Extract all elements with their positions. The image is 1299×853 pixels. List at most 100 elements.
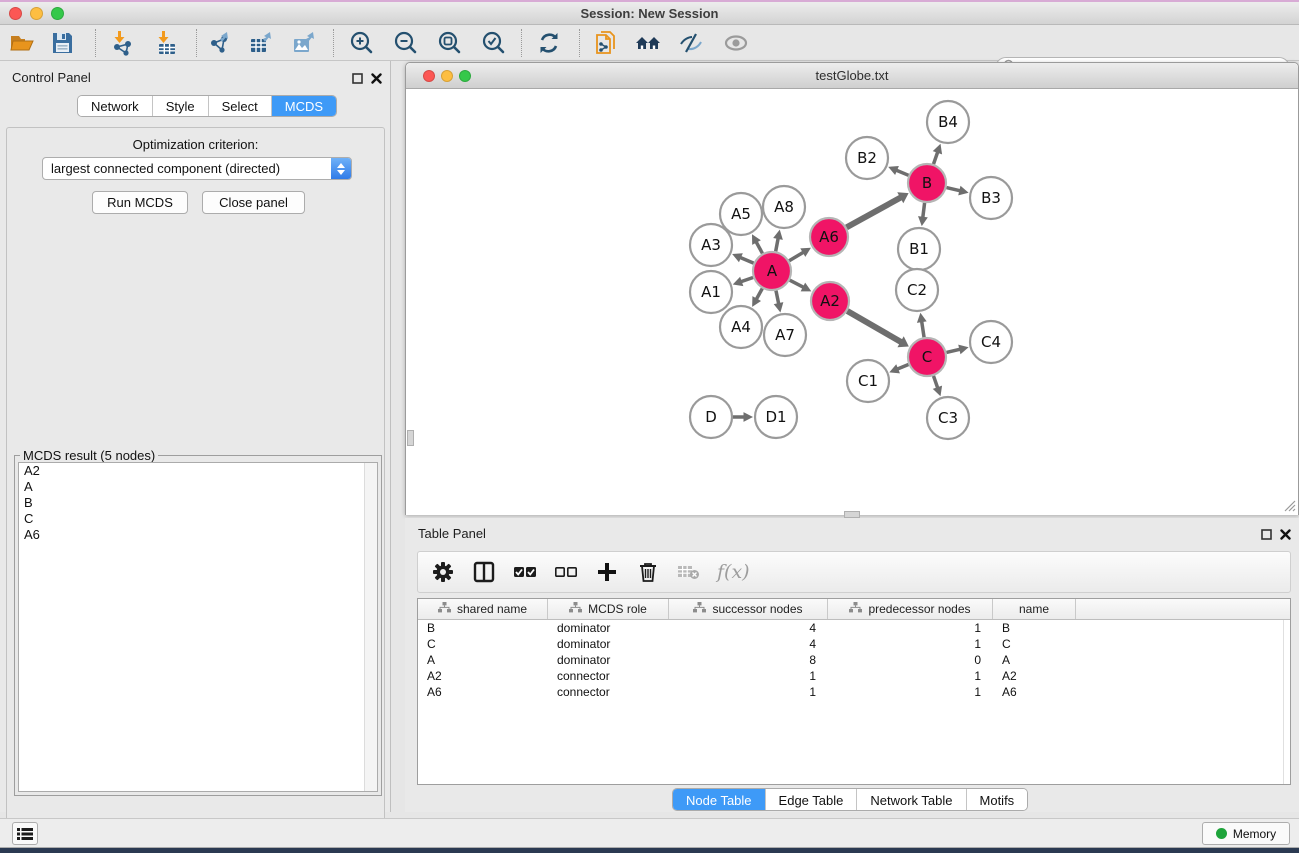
task-history-button[interactable]: [12, 822, 38, 845]
float-panel-icon[interactable]: [1261, 527, 1272, 545]
table-row[interactable]: Cdominator41C: [418, 636, 1290, 652]
mcds-result-list[interactable]: A2ABCA6: [18, 462, 378, 792]
add-column-icon[interactable]: [594, 559, 620, 585]
criterion-dropdown[interactable]: largest connected component (directed): [42, 157, 352, 180]
run-mcds-button[interactable]: Run MCDS: [92, 191, 188, 214]
close-panel-button[interactable]: Close panel: [202, 191, 305, 214]
table-row[interactable]: Bdominator41B: [418, 620, 1290, 636]
column-header-shared-name[interactable]: shared name: [418, 599, 548, 619]
first-neighbors-icon[interactable]: [592, 29, 620, 57]
export-table-icon[interactable]: [247, 29, 275, 57]
memory-button[interactable]: Memory: [1202, 822, 1290, 845]
zoom-in-icon[interactable]: [347, 29, 375, 57]
splitter-handle[interactable]: [844, 511, 860, 518]
edge-line[interactable]: [776, 291, 779, 305]
tab-select[interactable]: Select: [209, 96, 272, 116]
import-table-icon[interactable]: [152, 29, 180, 57]
table-cell[interactable]: B: [418, 621, 548, 635]
delete-icon[interactable]: [635, 559, 661, 585]
zoom-selected-icon[interactable]: [479, 29, 507, 57]
column-header-MCDS-role[interactable]: MCDS role: [548, 599, 669, 619]
column-header-successor-nodes[interactable]: successor nodes: [669, 599, 828, 619]
table-cell[interactable]: 1: [669, 685, 828, 699]
save-icon[interactable]: [48, 29, 76, 57]
edge-line[interactable]: [741, 278, 753, 282]
table-cell[interactable]: A2: [993, 669, 1076, 683]
table-cell[interactable]: A6: [418, 685, 548, 699]
import-network-icon[interactable]: [108, 29, 136, 57]
edge-line[interactable]: [897, 365, 908, 370]
table-cell[interactable]: A: [418, 653, 548, 667]
tab-node-table[interactable]: Node Table: [673, 789, 766, 810]
edge-line[interactable]: [946, 188, 960, 191]
network-close-button[interactable]: [423, 70, 435, 82]
table-cell[interactable]: A2: [418, 669, 548, 683]
table-cell[interactable]: A6: [993, 685, 1076, 699]
table-cell[interactable]: 1: [828, 637, 993, 651]
tab-motifs[interactable]: Motifs: [967, 789, 1028, 810]
table-cell[interactable]: 0: [828, 653, 993, 667]
table-cell[interactable]: 1: [828, 685, 993, 699]
table-cell[interactable]: connector: [548, 685, 669, 699]
split-column-icon[interactable]: [471, 559, 497, 585]
edge-line[interactable]: [790, 280, 804, 287]
resize-grip-icon[interactable]: [1282, 498, 1296, 512]
tab-edge-table[interactable]: Edge Table: [766, 789, 858, 810]
edge-line[interactable]: [923, 203, 925, 218]
delete-table-icon[interactable]: [676, 559, 702, 585]
table-cell[interactable]: connector: [548, 669, 669, 683]
table-cell[interactable]: 1: [828, 621, 993, 635]
edge-line[interactable]: [789, 252, 803, 261]
zoom-out-icon[interactable]: [391, 29, 419, 57]
zoom-window-button[interactable]: [51, 7, 64, 20]
table-cell[interactable]: C: [993, 637, 1076, 651]
mcds-result-item[interactable]: B: [19, 495, 377, 511]
function-builder-icon[interactable]: f(x): [717, 561, 750, 583]
gear-icon[interactable]: [430, 559, 456, 585]
node-table[interactable]: shared nameMCDS rolesuccessor nodesprede…: [417, 598, 1291, 785]
dropdown-stepper-icon[interactable]: [331, 158, 351, 179]
table-cell[interactable]: 4: [669, 621, 828, 635]
export-network-icon[interactable]: [206, 29, 234, 57]
table-row[interactable]: A6connector11A6: [418, 684, 1290, 700]
open-folder-icon[interactable]: [8, 29, 36, 57]
minimize-window-button[interactable]: [30, 7, 43, 20]
refresh-icon[interactable]: [535, 29, 563, 57]
zoom-fit-icon[interactable]: [435, 29, 463, 57]
edge-line[interactable]: [776, 238, 779, 251]
column-header-predecessor-nodes[interactable]: predecessor nodes: [828, 599, 993, 619]
show-details-icon[interactable]: [722, 29, 750, 57]
select-all-icon[interactable]: [512, 559, 538, 585]
deselect-all-icon[interactable]: [553, 559, 579, 585]
table-cell[interactable]: A: [993, 653, 1076, 667]
close-window-button[interactable]: [9, 7, 22, 20]
tab-style[interactable]: Style: [153, 96, 209, 116]
mcds-result-item[interactable]: A6: [19, 527, 377, 543]
table-cell[interactable]: dominator: [548, 637, 669, 651]
network-canvas[interactable]: B4B2BB3A5A8A6A3B1AA1C2A2A4A7CC4C1C3DD1: [406, 89, 1298, 515]
edge-line[interactable]: [922, 321, 924, 337]
edge-line[interactable]: [934, 152, 938, 164]
network-zoom-button[interactable]: [459, 70, 471, 82]
export-image-icon[interactable]: [290, 29, 318, 57]
tab-network-table[interactable]: Network Table: [857, 789, 966, 810]
float-panel-icon[interactable]: [352, 71, 363, 89]
table-cell[interactable]: dominator: [548, 653, 669, 667]
edge-line[interactable]: [756, 242, 762, 254]
scrollbar-track[interactable]: [364, 463, 377, 791]
table-cell[interactable]: dominator: [548, 621, 669, 635]
edge-line[interactable]: [896, 170, 908, 175]
edge-line[interactable]: [740, 257, 754, 263]
close-panel-icon[interactable]: [1280, 527, 1291, 545]
table-row[interactable]: A2connector11A2: [418, 668, 1290, 684]
tab-network[interactable]: Network: [78, 96, 153, 116]
edge-line[interactable]: [847, 311, 901, 342]
edge-line[interactable]: [756, 288, 762, 299]
table-cell[interactable]: 1: [828, 669, 993, 683]
table-cell[interactable]: B: [993, 621, 1076, 635]
table-cell[interactable]: 1: [669, 669, 828, 683]
mcds-result-item[interactable]: C: [19, 511, 377, 527]
mcds-result-item[interactable]: A2: [19, 463, 377, 479]
table-cell[interactable]: C: [418, 637, 548, 651]
mcds-result-item[interactable]: A: [19, 479, 377, 495]
